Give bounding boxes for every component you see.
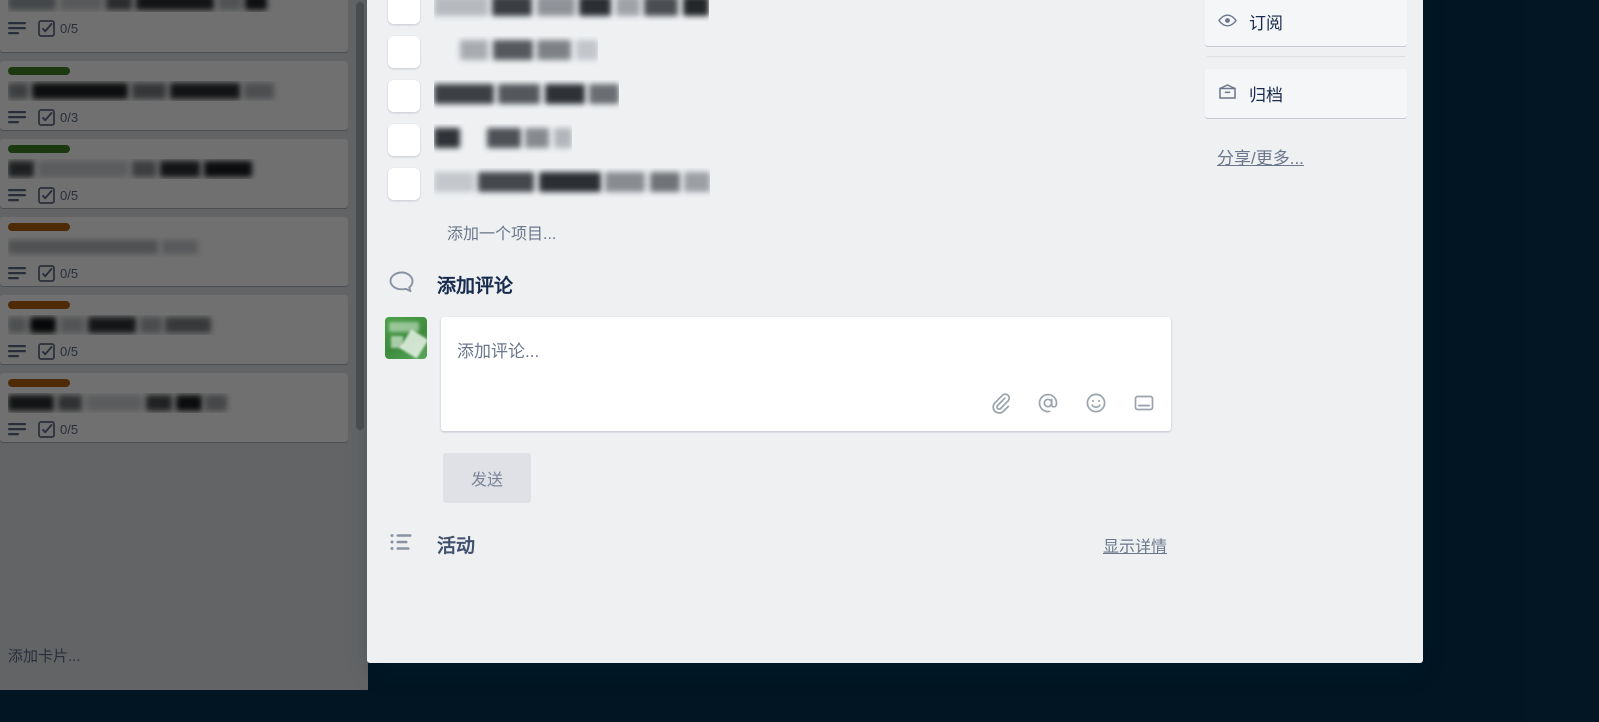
comment-section-header: 添加评论 bbox=[385, 244, 1187, 299]
comment-input[interactable]: 添加评论... bbox=[441, 317, 1171, 431]
activity-section-header: 活动 显示详情 bbox=[385, 503, 1187, 558]
avatar[interactable] bbox=[385, 317, 427, 359]
activity-list-icon bbox=[385, 531, 419, 558]
sidebar-button-archive-label: 归档 bbox=[1249, 86, 1283, 105]
comment-bubble-icon bbox=[385, 270, 419, 299]
add-checklist-item-button[interactable]: 添加一个项目... bbox=[385, 206, 1187, 244]
checklist-item[interactable] bbox=[385, 118, 1187, 162]
share-more-link[interactable]: 分享/更多... bbox=[1205, 144, 1407, 169]
checklist-item[interactable] bbox=[385, 74, 1187, 118]
comment-toolbar bbox=[989, 392, 1155, 419]
card-detail-main-column: 0% bbox=[367, 0, 1187, 558]
checklist-section: 0% bbox=[385, 0, 1187, 244]
checklist-item-checkbox[interactable] bbox=[388, 80, 420, 112]
emoji-icon[interactable] bbox=[1085, 392, 1107, 419]
checklist-item[interactable] bbox=[385, 30, 1187, 74]
mention-icon[interactable] bbox=[1037, 392, 1059, 419]
card-detail-modal: 0% bbox=[367, 0, 1423, 663]
checklist-item-checkbox[interactable] bbox=[388, 36, 420, 68]
checklist-item[interactable] bbox=[385, 162, 1187, 206]
attachment-icon[interactable] bbox=[989, 392, 1011, 419]
comment-input-placeholder: 添加评论... bbox=[457, 342, 540, 361]
checklist-item-text bbox=[434, 0, 709, 22]
eye-icon bbox=[1217, 12, 1237, 32]
sidebar-button-archive[interactable]: 归档 bbox=[1205, 69, 1407, 118]
show-details-link[interactable]: 显示详情 bbox=[1103, 533, 1167, 557]
checklist-item-text bbox=[434, 168, 711, 198]
checklist-item-checkbox[interactable] bbox=[388, 124, 420, 156]
checklist-item-text bbox=[434, 124, 572, 154]
sidebar-button-subscribe[interactable]: 订阅 bbox=[1205, 0, 1407, 46]
activity-section-title: 活动 bbox=[437, 536, 476, 557]
checklist-item-checkbox[interactable] bbox=[388, 168, 420, 200]
checklist-item-text bbox=[434, 36, 598, 66]
card-template-icon[interactable] bbox=[1133, 392, 1155, 419]
checklist-item[interactable] bbox=[385, 0, 1187, 30]
comment-section-title: 添加评论 bbox=[437, 276, 514, 297]
comment-composer-row: 添加评论... bbox=[385, 299, 1187, 431]
card-detail-sidebar: 复制 订阅 bbox=[1205, 0, 1407, 169]
checklist-item-checkbox[interactable] bbox=[388, 0, 420, 24]
sidebar-button-subscribe-label: 订阅 bbox=[1249, 14, 1283, 33]
card-detail-body: 0% bbox=[367, 0, 1423, 663]
send-comment-button[interactable]: 发送 bbox=[443, 453, 532, 503]
archive-icon bbox=[1217, 83, 1237, 104]
checklist-item-text bbox=[434, 80, 620, 110]
sidebar-divider bbox=[1207, 56, 1405, 57]
